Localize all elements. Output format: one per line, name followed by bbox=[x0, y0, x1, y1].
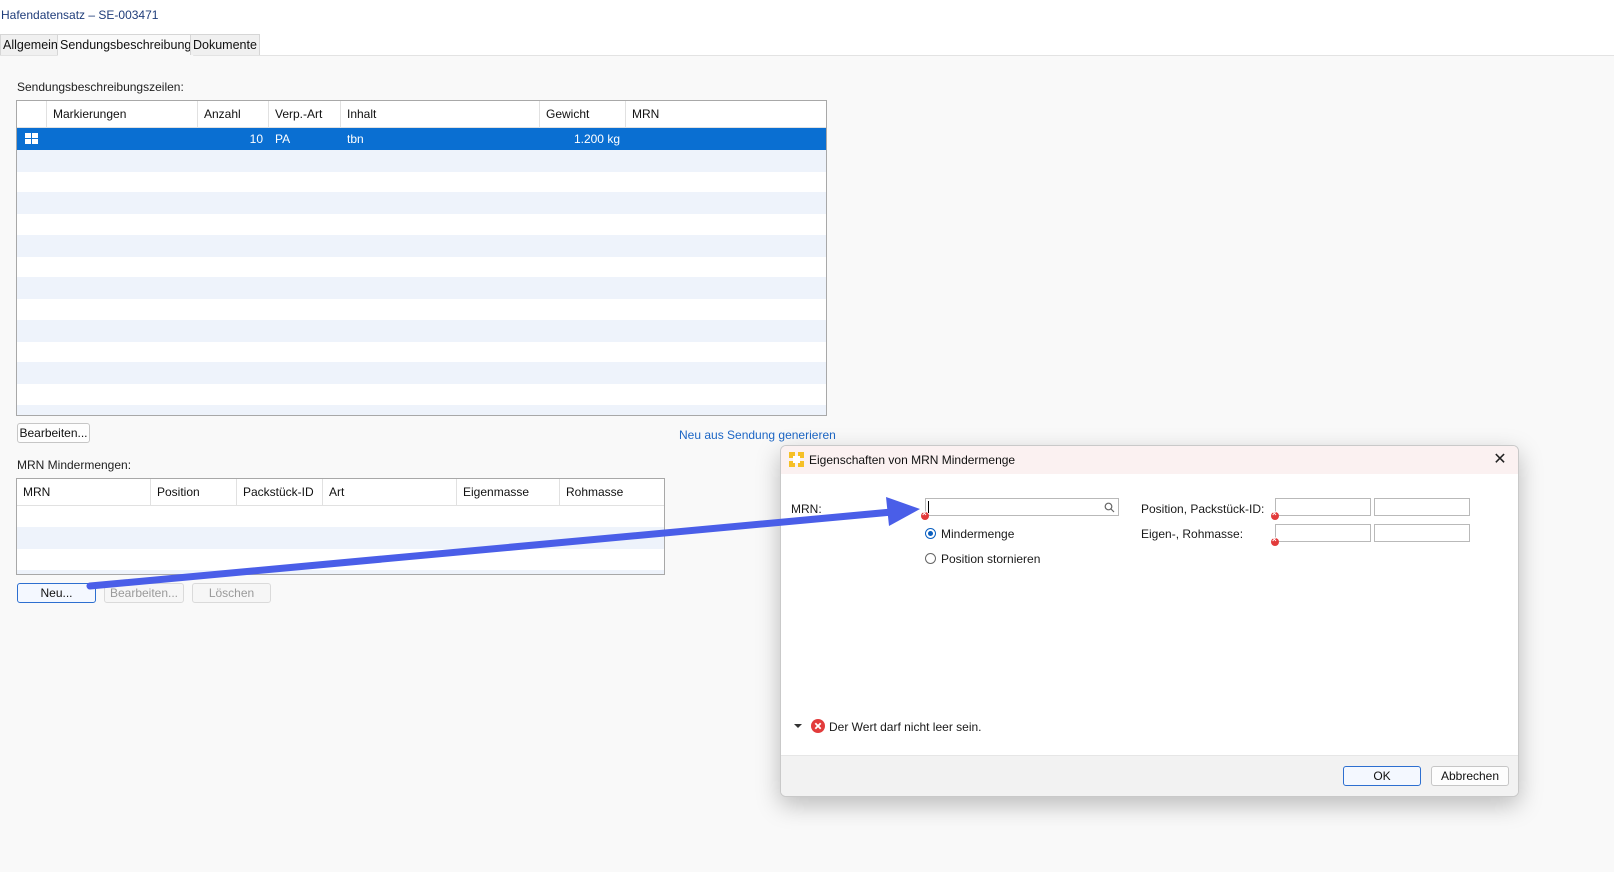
annotation-arrow bbox=[86, 497, 920, 590]
